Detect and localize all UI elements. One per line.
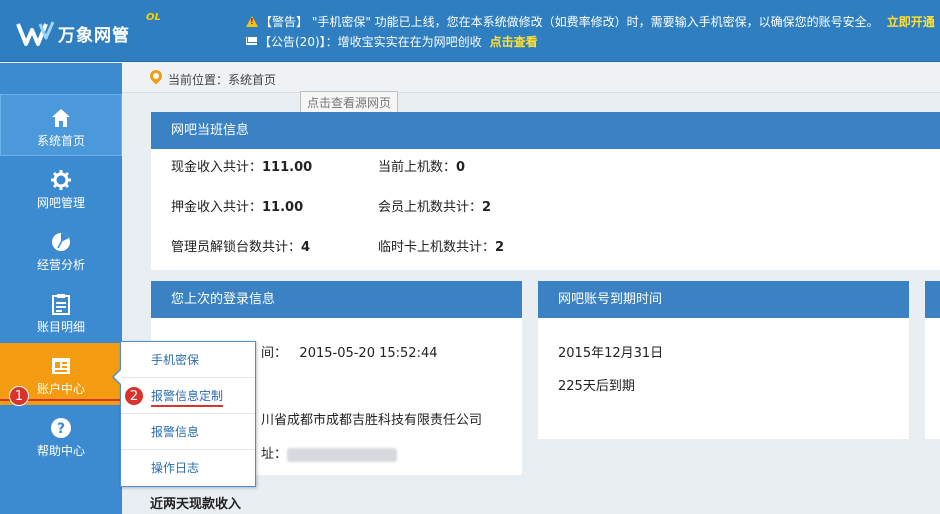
pie-chart-icon — [52, 233, 70, 251]
gear-icon — [51, 170, 71, 190]
account-expiry-panel: 网吧账号到期时间 2015年12月31日 225天后到期 — [538, 281, 909, 439]
warning-icon — [246, 15, 258, 27]
login-location: 川省成都市成都吉胜科技有限责任公司 — [261, 413, 483, 428]
menu-item-operation-log[interactable]: 操作日志 — [121, 450, 255, 486]
svg-text:?: ? — [57, 421, 65, 437]
sidebar-item-label: 网吧管理 — [36, 196, 85, 210]
expiry-panel-title: 网吧账号到期时间 — [538, 281, 909, 318]
notice-area: 【警告】 "手机密保" 功能已上线，您在本系统做修改（如费率修改）时，需要输入手… — [246, 11, 935, 51]
view-source-tooltip: 点击查看源网页 — [300, 91, 399, 114]
menu-item-phone-security[interactable]: 手机密保 — [121, 342, 255, 378]
duty-panel-title: 网吧当班信息 — [151, 112, 940, 149]
cash-income: 现金收入共计：111.00 — [171, 160, 313, 175]
admin-unlock-count: 管理员解锁台数共计：4 — [171, 240, 311, 255]
temp-card-online: 临时卡上机数共计：2 — [378, 240, 505, 255]
menu-item-alert-info[interactable]: 报警信息 — [121, 414, 255, 450]
announce-line: 【公告(20)】：增收宝实实在在为网吧创收 点击查看 — [246, 31, 935, 51]
expiry-date: 2015年12月31日 — [558, 346, 664, 361]
sidebar: 系统首页 网吧管理 经营分析 账目明细 账户中心 ? 帮助中心 — [0, 63, 122, 514]
logo-superscript: OL — [146, 12, 161, 23]
logo[interactable]: 万象网管 OL — [16, 12, 161, 50]
breadcrumb: 当前位置：系统首页 — [122, 63, 940, 93]
logo-text: 万象网管 — [58, 25, 130, 46]
warning-text: 【警告】 "手机密保" 功能已上线，您在本系统做修改（如费率修改）时，需要输入手… — [260, 14, 879, 29]
login-time: 间： 2015-05-20 15:52:44 — [261, 346, 438, 361]
enable-now-link[interactable]: 立即开通 — [887, 13, 935, 30]
breadcrumb-text: 当前位置：系统首页 — [168, 73, 277, 87]
member-online: 会员上机数共计：2 — [378, 200, 492, 215]
days-remaining: 225天后到期 — [558, 379, 635, 394]
sidebar-item-business-analysis[interactable]: 经营分析 — [0, 219, 122, 281]
sidebar-item-label: 账目明细 — [36, 320, 85, 334]
recent-cash-income-title: 近两天现款收入 — [150, 497, 242, 512]
step-badge-one: 1 — [9, 386, 29, 406]
announce-text: 【公告(20)】：增收宝实实在在为网吧创收 — [259, 34, 482, 49]
sidebar-item-home[interactable]: 系统首页 — [0, 94, 122, 156]
id-card-icon — [52, 358, 70, 374]
top-header: 万象网管 OL 【警告】 "手机密保" 功能已上线，您在本系统做修改（如费率修改… — [0, 0, 940, 62]
help-icon: ? — [51, 418, 71, 438]
current-online: 当前上机数：0 — [378, 160, 466, 175]
login-panel-title: 您上次的登录信息 — [151, 281, 522, 318]
location-pin-icon — [147, 67, 165, 85]
duty-info-panel: 网吧当班信息 现金收入共计：111.00 当前上机数：0 押金收入共计：11.0… — [151, 112, 940, 270]
view-announce-link[interactable]: 点击查看 — [490, 33, 538, 50]
sidebar-item-label: 经营分析 — [36, 258, 85, 272]
sidebar-item-label: 系统首页 — [36, 134, 85, 148]
deposit-income: 押金收入共计：11.00 — [171, 200, 304, 215]
logo-mark-icon — [16, 21, 55, 46]
clipboard-icon — [52, 294, 70, 315]
account-center-dropdown: 手机密保 报警信息定制 报警信息 操作日志 — [112, 341, 256, 487]
sidebar-item-cafe-management[interactable]: 网吧管理 — [0, 157, 122, 219]
partial-panel-right — [925, 281, 940, 439]
redacted-ip — [287, 447, 398, 462]
home-icon — [52, 109, 70, 127]
sidebar-item-label: 帮助中心 — [36, 444, 85, 458]
sidebar-item-account-details[interactable]: 账目明细 — [0, 281, 122, 343]
sidebar-item-help-center[interactable]: ? 帮助中心 — [0, 405, 122, 467]
mail-icon — [246, 37, 257, 45]
step-badge-two: 2 — [124, 386, 144, 406]
warning-line: 【警告】 "手机密保" 功能已上线，您在本系统做修改（如费率修改）时，需要输入手… — [246, 11, 935, 31]
login-ip: 址： — [261, 443, 398, 462]
